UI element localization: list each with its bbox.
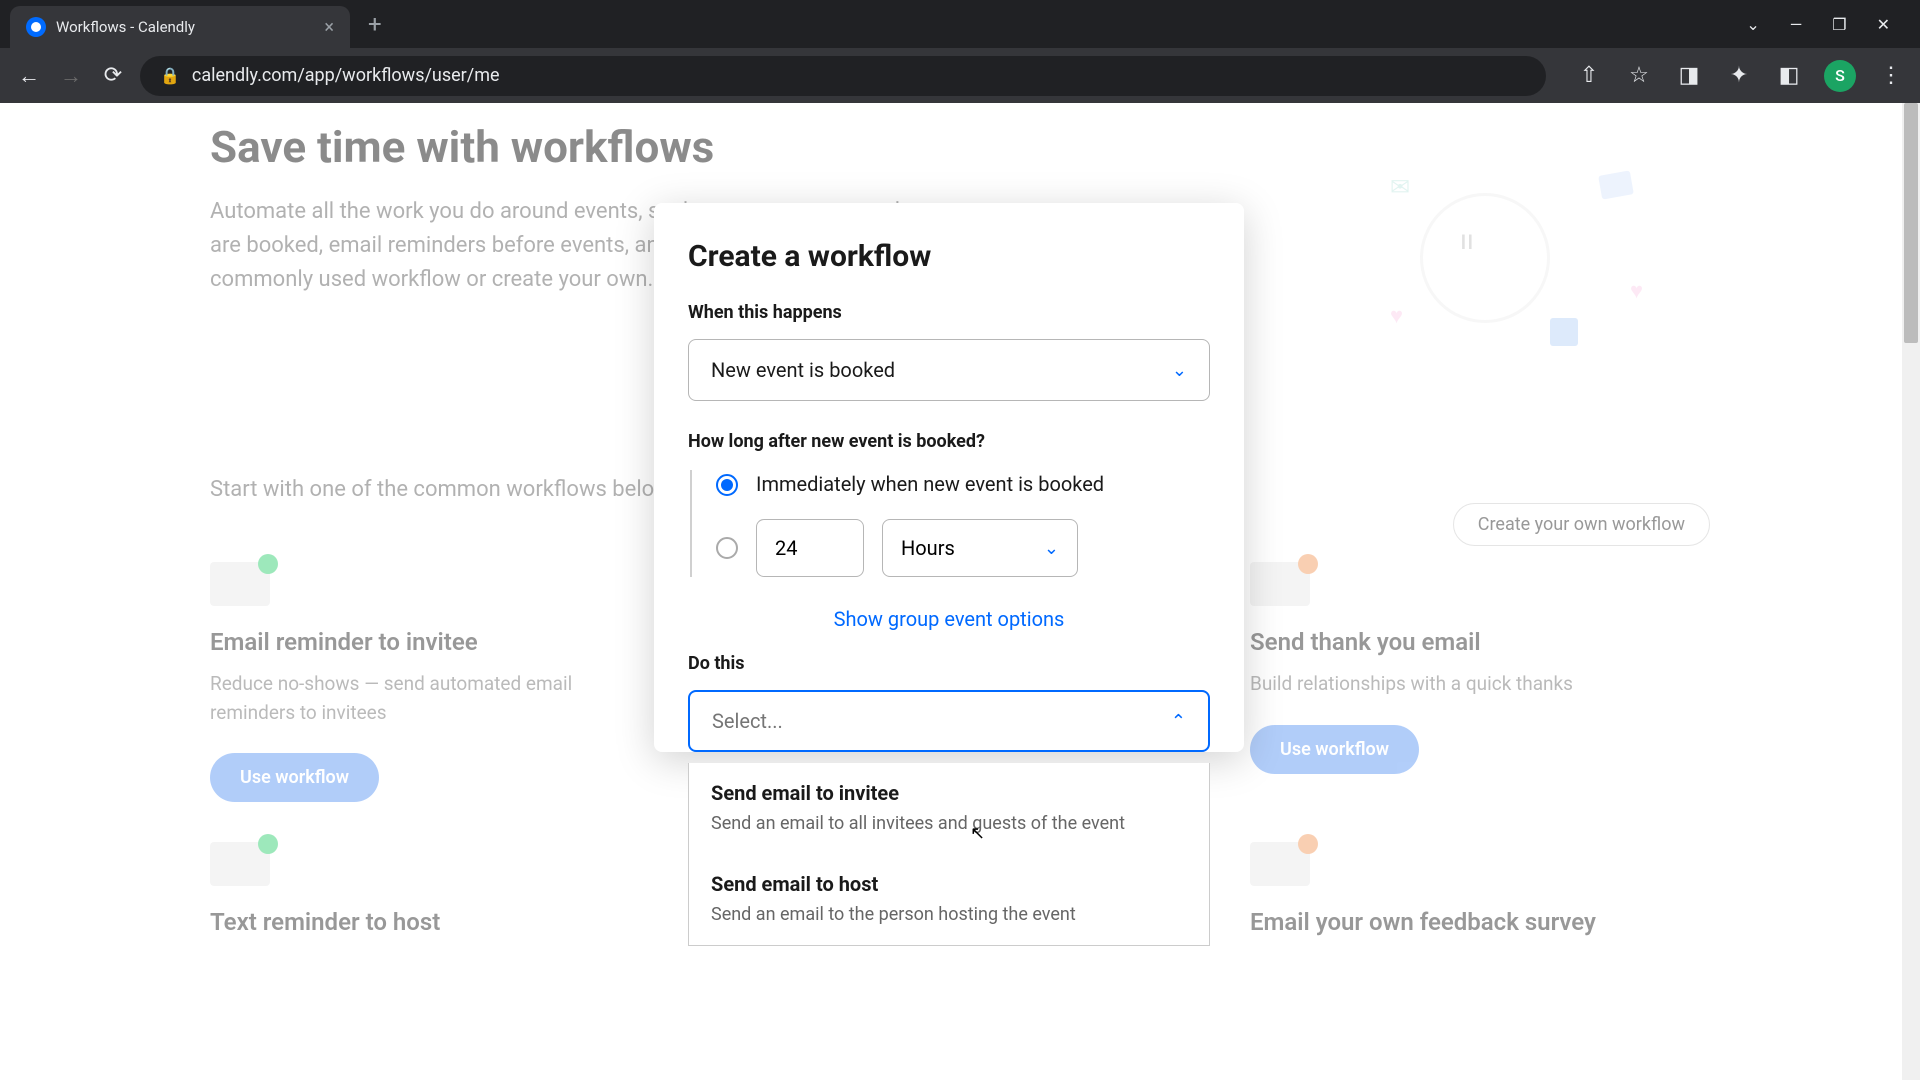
page-scrollbar[interactable]	[1902, 103, 1920, 1080]
dropdown-option-desc: Send an email to all invitees and guests…	[711, 811, 1187, 836]
card-description: Build relationships with a quick thanks	[1250, 670, 1670, 699]
nav-bar: ← → ⟳ 🔒 calendly.com/app/workflows/user/…	[0, 48, 1920, 103]
envelope-icon: ✉	[1390, 173, 1410, 201]
action-select[interactable]: Select... ⌃	[688, 690, 1210, 752]
trigger-label: When this happens	[688, 302, 1210, 323]
radio-icon	[716, 474, 738, 496]
sidepanel-icon[interactable]: ◧	[1774, 63, 1804, 88]
use-workflow-button[interactable]: Use workflow	[210, 753, 379, 802]
scrollbar-thumb[interactable]	[1904, 103, 1918, 343]
show-group-options-link[interactable]: Show group event options	[688, 607, 1210, 631]
dropdown-option-title: Send email to host	[711, 872, 1187, 896]
radio-option-delay[interactable]: Hours ⌄	[716, 519, 1210, 577]
create-workflow-modal: Create a workflow When this happens New …	[654, 203, 1244, 752]
toolbar-right: ⇧ ☆ ◨ ✦ ◧ S ⋮	[1574, 60, 1906, 92]
calendly-favicon-icon	[26, 17, 46, 37]
address-bar[interactable]: 🔒 calendly.com/app/workflows/user/me	[140, 56, 1546, 96]
chevron-down-icon: ⌄	[1044, 538, 1059, 559]
dropdown-option-email-invitee[interactable]: Send email to invitee Send an email to a…	[689, 763, 1209, 854]
tab-bar: Workflows - Calendly × + ⌄ — ❐ ✕	[0, 0, 1920, 48]
action-placeholder: Select...	[712, 709, 783, 733]
card-shape-icon	[1598, 170, 1634, 199]
heart-icon: ♥	[1630, 278, 1643, 304]
minimize-icon[interactable]: —	[1790, 15, 1803, 34]
new-tab-button[interactable]: +	[368, 10, 382, 38]
delay-number-input[interactable]	[756, 519, 864, 577]
action-label: Do this	[688, 653, 1210, 674]
forward-button: →	[56, 63, 86, 89]
trigger-select[interactable]: New event is booked ⌄	[688, 339, 1210, 401]
timing-label: How long after new event is booked?	[688, 431, 1210, 452]
extension-icon[interactable]: ◨	[1674, 63, 1704, 88]
url-text: calendly.com/app/workflows/user/me	[192, 65, 500, 86]
radio-label: Immediately when new event is booked	[756, 470, 1104, 499]
card-title: Text reminder to host	[210, 908, 630, 936]
card-shape-icon	[1550, 318, 1578, 346]
chevron-down-icon[interactable]: ⌄	[1746, 15, 1759, 34]
profile-avatar[interactable]: S	[1824, 60, 1856, 92]
timing-radio-group: Immediately when new event is booked Hou…	[690, 470, 1210, 577]
use-workflow-button[interactable]: Use workflow	[1250, 725, 1419, 774]
workflow-card: Send thank you email Build relationships…	[1250, 562, 1670, 802]
envelope-icon	[1250, 562, 1310, 606]
browser-tab[interactable]: Workflows - Calendly ×	[10, 6, 350, 48]
close-window-icon[interactable]: ✕	[1877, 15, 1890, 34]
dropdown-option-email-host[interactable]: Send email to host Send an email to the …	[689, 854, 1209, 945]
maximize-icon[interactable]: ❐	[1832, 15, 1846, 34]
workflow-card: Text reminder to host	[210, 842, 630, 950]
hero-illustration: ✉ ıı ♥ ♥	[1300, 123, 1680, 383]
chevron-down-icon: ⌄	[1172, 360, 1187, 381]
dropdown-option-title: Send email to invitee	[711, 781, 1187, 805]
star-icon[interactable]: ☆	[1624, 63, 1654, 88]
card-title: Email your own feedback survey	[1250, 908, 1670, 936]
envelope-icon	[1250, 842, 1310, 886]
browser-chrome: Workflows - Calendly × + ⌄ — ❐ ✕ ← → ⟳ 🔒…	[0, 0, 1920, 103]
delay-unit-value: Hours	[901, 536, 955, 560]
tab-title: Workflows - Calendly	[56, 18, 314, 36]
modal-title: Create a workflow	[688, 239, 1210, 274]
radio-icon	[716, 537, 738, 559]
back-button[interactable]: ←	[14, 63, 44, 89]
lock-icon: 🔒	[160, 66, 180, 85]
heart-icon: ♥	[1390, 303, 1403, 329]
page-area: Save time with workflows Automate all th…	[0, 103, 1920, 1080]
face-eyes-icon: ıı	[1460, 223, 1474, 256]
kebab-menu-icon[interactable]: ⋮	[1876, 63, 1906, 88]
card-title: Send thank you email	[1250, 628, 1670, 656]
dropdown-option-desc: Send an email to the person hosting the …	[711, 902, 1187, 927]
create-own-workflow-button[interactable]: Create your own workflow	[1453, 503, 1710, 546]
chevron-up-icon: ⌃	[1171, 711, 1186, 732]
envelope-icon	[210, 842, 270, 886]
action-dropdown-panel[interactable]: Send email to invitee Send an email to a…	[688, 763, 1210, 946]
envelope-icon	[210, 562, 270, 606]
share-icon[interactable]: ⇧	[1574, 63, 1604, 88]
reload-button[interactable]: ⟳	[98, 63, 128, 88]
card-description: Reduce no-shows — send automated email r…	[210, 670, 630, 727]
delay-unit-select[interactable]: Hours ⌄	[882, 519, 1078, 577]
workflow-card: Email reminder to invitee Reduce no-show…	[210, 562, 630, 802]
close-tab-icon[interactable]: ×	[324, 17, 334, 38]
card-title: Email reminder to invitee	[210, 628, 630, 656]
face-circle-icon	[1420, 193, 1550, 323]
trigger-value: New event is booked	[711, 358, 895, 382]
workflow-card: Email your own feedback survey	[1250, 842, 1670, 950]
radio-option-immediate[interactable]: Immediately when new event is booked	[716, 470, 1210, 499]
extensions-puzzle-icon[interactable]: ✦	[1724, 63, 1754, 88]
window-controls: ⌄ — ❐ ✕	[1746, 15, 1910, 34]
